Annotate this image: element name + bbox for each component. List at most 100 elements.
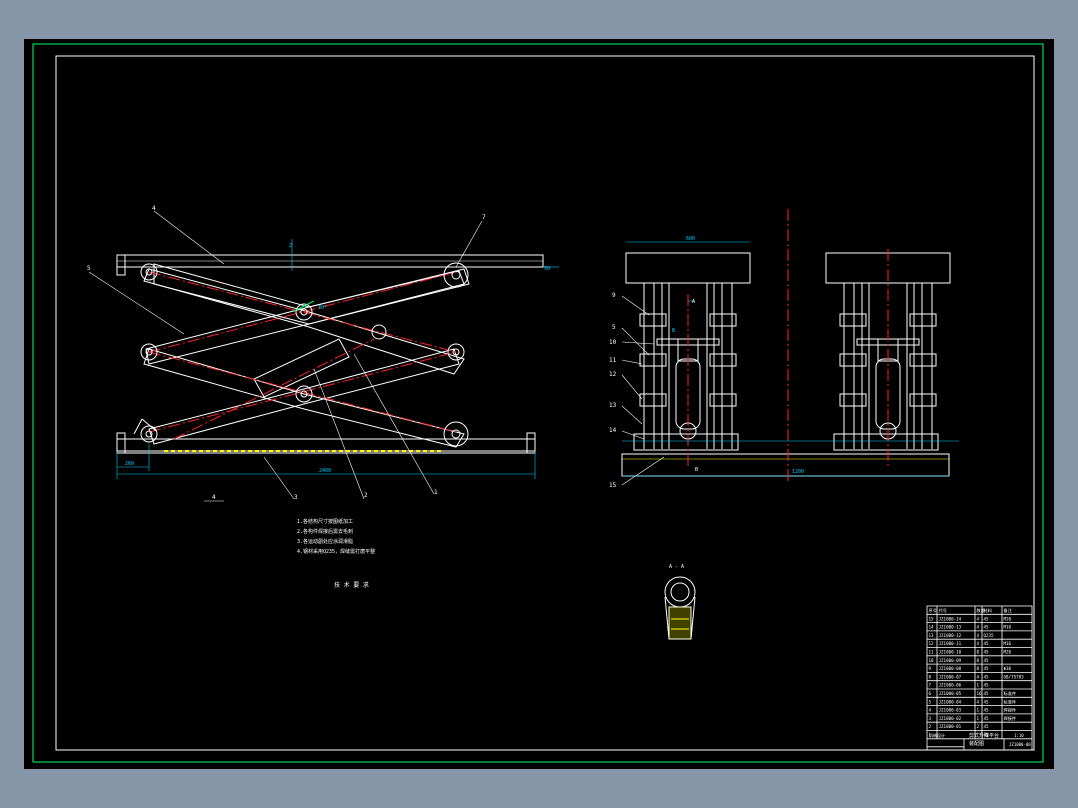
section-aa-label: A - A: [669, 564, 684, 570]
parts-cell: 8: [977, 666, 980, 671]
side-b-marker: B: [672, 328, 675, 334]
parts-cell: JZ1000-01: [939, 724, 962, 729]
front-view: [88, 210, 559, 502]
parts-cell: 15: [929, 616, 935, 621]
parts-cell: JZ1000-09: [939, 658, 962, 663]
notes-title: 技 术 要 求: [334, 581, 369, 589]
dim-total: 2400: [319, 468, 331, 474]
side-callout-9: 9: [612, 292, 616, 299]
parts-cell: 焊接件: [1004, 707, 1017, 714]
note-line-4: 4.钢材采用Q235，焊缝需打磨平整: [297, 548, 375, 555]
side-callout-12: 12: [609, 371, 617, 378]
parts-cell: 1: [977, 683, 980, 688]
side-callout-5: 5: [612, 324, 616, 331]
parts-cell: 1: [977, 708, 980, 713]
parts-cell: 焊接件: [1004, 715, 1017, 722]
side-callout-11: 11: [609, 357, 617, 364]
parts-cell: JZ1000-07: [939, 674, 962, 679]
parts-cell: 45: [984, 616, 990, 621]
side-callout-15: 15: [609, 482, 617, 489]
parts-cell: 6: [929, 691, 932, 696]
parts-header-cell: 代号: [939, 607, 947, 614]
parts-cell: 5: [929, 699, 932, 704]
parts-cell: 标准件: [1004, 698, 1017, 705]
scissor-arm-top-left: [143, 268, 465, 375]
dim-left: 260: [125, 461, 134, 467]
parts-header-cell: 序号: [929, 607, 937, 614]
parts-cell: 45: [984, 708, 990, 713]
note-line-3: 3.各运动副处应涂润滑脂: [297, 538, 353, 545]
callout-4: 4: [152, 205, 156, 212]
parts-cell: 45: [984, 691, 990, 696]
drawing-name: 剪式升降平台: [969, 732, 999, 739]
parts-cell: 45: [984, 716, 990, 721]
parts-cell: 9: [929, 666, 932, 671]
scissor-arm-top-right: [153, 263, 465, 325]
parts-cell: 45: [984, 658, 990, 663]
parts-cell: JZ1000-11: [939, 641, 962, 646]
parts-cell: JZ1000-05: [939, 691, 962, 696]
parts-cell: 1: [977, 716, 980, 721]
parts-cell: 13: [929, 633, 935, 638]
parts-header-cell: 备注: [1004, 607, 1013, 614]
parts-cell: 45: [984, 625, 990, 630]
side-top-platform-left: [625, 252, 751, 284]
parts-cell: M18: [1004, 625, 1012, 630]
parts-cell: 4: [977, 633, 980, 638]
cad-drawing-viewport[interactable]: 4 5 7 1 2 3 4 260 2400 50 2 30° 1.各结构尺寸按…: [24, 39, 1054, 769]
parts-cell: 4: [977, 616, 980, 621]
parts-cell: M20: [1004, 650, 1012, 655]
parts-cell: 45: [984, 666, 990, 671]
parts-cell: 45: [984, 674, 990, 679]
section-aa: [664, 576, 696, 640]
parts-cell: JZ1000-13: [939, 625, 962, 630]
parts-cell: 4: [977, 699, 980, 704]
parts-cell: JZ1000-04: [939, 699, 962, 704]
parts-cell: 4: [977, 625, 980, 630]
parts-cell: 14: [929, 625, 935, 630]
parts-cell: 8: [977, 650, 980, 655]
parts-cell: JZ1000-03: [939, 708, 962, 713]
scale-label: 1:10: [1014, 733, 1024, 738]
parts-cell: M20: [1004, 616, 1012, 621]
parts-cell: JZ1000-10: [939, 650, 962, 655]
side-section-b: B: [695, 467, 698, 473]
parts-cell: 4: [929, 708, 932, 713]
dim-marker: 2: [289, 243, 292, 249]
parts-cell: 8: [929, 674, 932, 679]
parts-cell: JZ1000-14: [939, 616, 962, 621]
parts-cell: 7: [929, 683, 932, 688]
callout-5: 5: [87, 265, 91, 272]
parts-cell: 2: [977, 724, 980, 729]
section-hatch: [669, 607, 691, 639]
angle-label: 30°: [318, 305, 327, 311]
drawing-canvas: 4 5 7 1 2 3 4 260 2400 50 2 30° 1.各结构尺寸按…: [32, 43, 1044, 763]
side-section-a: A: [692, 299, 695, 305]
section-mark-label: 4: [212, 494, 216, 501]
outer-frame: [32, 43, 1044, 763]
parts-cell: JZ1000-08: [939, 666, 962, 671]
parts-cell: 45: [984, 683, 990, 688]
parts-cell: 45: [984, 641, 990, 646]
callout-2: 2: [364, 492, 368, 499]
parts-cell: 8: [977, 658, 980, 663]
parts-header-cell: 材料: [984, 607, 993, 614]
parts-cell: GB/T5783: [1004, 674, 1025, 679]
note-line-1: 1.各结构尺寸按图纸加工: [297, 518, 353, 525]
parts-cell: JZ1000-12: [939, 633, 962, 638]
parts-cell: 16: [977, 691, 983, 696]
side-dim-top: 600: [686, 236, 695, 242]
parts-cell: 10: [929, 658, 935, 663]
parts-cell: 4: [977, 641, 980, 646]
side-callout-10: 10: [609, 339, 617, 346]
callout-1: 1: [434, 489, 438, 496]
side-dim-bottom: 1200: [792, 469, 804, 475]
callout-3: 3: [294, 494, 298, 501]
note-line-2: 2.各构件焊接后需去毛刺: [297, 528, 353, 535]
parts-cell: 12: [929, 641, 935, 646]
parts-cell: Φ30: [1004, 666, 1012, 671]
side-callout-13: 13: [609, 402, 617, 409]
parts-cell: 标准件: [1004, 690, 1017, 697]
side-base-plate: [621, 453, 950, 477]
parts-cell: 2: [929, 724, 932, 729]
